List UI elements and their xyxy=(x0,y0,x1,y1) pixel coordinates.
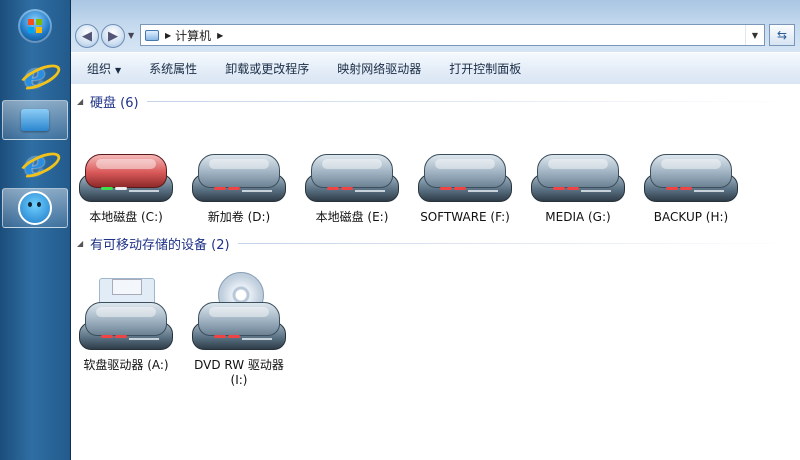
command-bar: 组织 ▼ 系统属性 卸载或更改程序 映射网络驱动器 打开控制面板 xyxy=(71,52,800,85)
drive-f[interactable]: SOFTWARE (F:) xyxy=(410,150,520,225)
qq-icon xyxy=(18,191,52,225)
taskbar-ie-button[interactable]: e xyxy=(0,56,70,96)
forward-button[interactable]: ▶ xyxy=(101,24,125,48)
taskbar-explorer-button[interactable] xyxy=(2,100,68,140)
address-bar[interactable]: ▶ 计算机 ▶ ▼ xyxy=(140,24,765,46)
collapse-triangle-icon[interactable]: ◢ xyxy=(77,97,85,106)
refresh-icon: ⇆ xyxy=(776,28,788,42)
back-button[interactable]: ◀ xyxy=(75,24,99,48)
content-pane: ◢ 硬盘 (6) 本地磁盘 (C:) 新加卷 (D:) 本地磁盘 (E:) SO… xyxy=(71,84,800,460)
drive-h[interactable]: BACKUP (H:) xyxy=(636,150,746,225)
group-header-hard-disks[interactable]: ◢ 硬盘 (6) xyxy=(77,91,796,111)
drive-e[interactable]: 本地磁盘 (E:) xyxy=(297,150,407,225)
windows-start-icon xyxy=(18,9,52,43)
taskbar-ie-button-2[interactable]: e xyxy=(0,144,70,184)
internet-explorer-icon: e xyxy=(16,56,64,96)
address-dropdown-button[interactable]: ▼ xyxy=(745,25,764,45)
hard-drive-icon xyxy=(305,150,399,206)
computer-icon xyxy=(145,29,159,41)
floppy-drive-icon xyxy=(79,278,173,354)
hard-drive-icon xyxy=(418,150,512,206)
start-button[interactable] xyxy=(0,6,70,46)
internet-explorer-icon: e xyxy=(16,144,64,184)
organize-menu[interactable]: 组织 ▼ xyxy=(71,60,135,77)
explorer-folder-icon xyxy=(21,109,49,131)
drive-i-dvd[interactable]: DVD RW 驱动器 (I:) xyxy=(184,272,294,388)
drive-d[interactable]: 新加卷 (D:) xyxy=(184,150,294,225)
uninstall-program-button[interactable]: 卸载或更改程序 xyxy=(211,60,323,77)
group-header-removable-storage[interactable]: ◢ 有可移动存储的设备 (2) xyxy=(77,233,796,253)
hard-drive-icon xyxy=(531,150,625,206)
breadcrumb-separator-icon[interactable]: ▶ xyxy=(217,31,223,40)
map-network-drive-button[interactable]: 映射网络驱动器 xyxy=(323,60,435,77)
hard-drive-icon xyxy=(644,150,738,206)
breadcrumb-separator-icon[interactable]: ▶ xyxy=(165,31,171,40)
open-control-panel-button[interactable]: 打开控制面板 xyxy=(435,60,535,77)
drive-a-floppy[interactable]: 软盘驱动器 (A:) xyxy=(71,278,181,373)
breadcrumb-computer[interactable]: 计算机 xyxy=(175,27,211,44)
recent-pages-dropdown[interactable]: ▼ xyxy=(128,29,138,43)
taskbar: e e xyxy=(0,0,71,460)
taskbar-qq-button[interactable] xyxy=(2,188,68,228)
collapse-triangle-icon[interactable]: ◢ xyxy=(77,239,85,248)
drive-g[interactable]: MEDIA (G:) xyxy=(523,150,633,225)
hard-drive-icon xyxy=(79,150,173,206)
forward-arrow-icon: ▶ xyxy=(108,28,118,44)
back-arrow-icon: ◀ xyxy=(82,28,92,44)
drive-c[interactable]: 本地磁盘 (C:) xyxy=(71,150,181,225)
refresh-button[interactable]: ⇆ xyxy=(769,24,795,46)
system-properties-button[interactable]: 系统属性 xyxy=(135,60,211,77)
dvd-drive-icon xyxy=(192,272,286,354)
chevron-down-icon: ▼ xyxy=(115,66,122,75)
hard-drive-icon xyxy=(192,150,286,206)
